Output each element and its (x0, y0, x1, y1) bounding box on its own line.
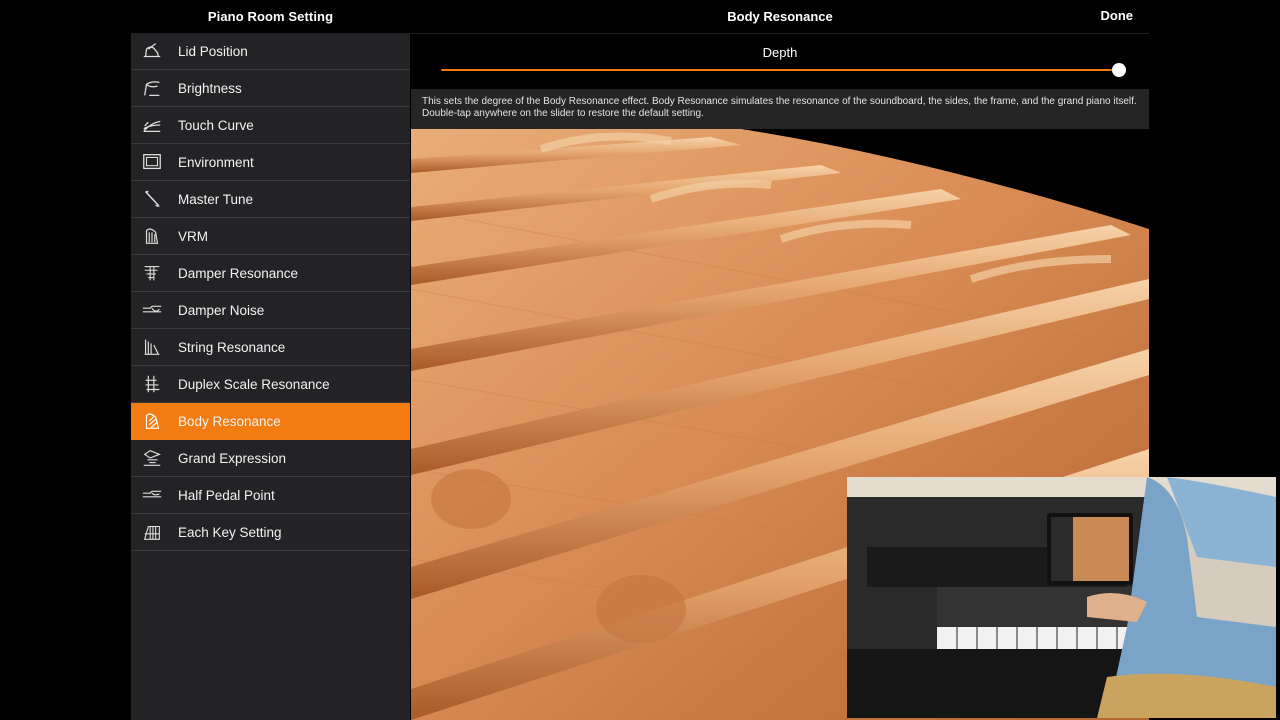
sidebar-item-environment[interactable]: Environment (131, 144, 410, 181)
sidebar-item-brightness[interactable]: Brightness (131, 70, 410, 107)
sidebar-item-vrm[interactable]: VRM (131, 218, 410, 255)
sidebar-item-damper-resonance[interactable]: Damper Resonance (131, 255, 410, 292)
environment-icon (139, 150, 165, 174)
sidebar-item-string-resonance[interactable]: String Resonance (131, 329, 410, 366)
sidebar-item-label: Brightness (178, 80, 242, 96)
navigation-bar: Body Resonance Done (411, 0, 1149, 34)
sidebar-item-grand-expression[interactable]: Grand Expression (131, 440, 410, 477)
sidebar-item-label: Touch Curve (178, 117, 254, 133)
sidebar-item-body-resonance[interactable]: Body Resonance (131, 403, 410, 440)
lid-position-icon (139, 39, 165, 63)
damper-noise-icon (139, 298, 165, 322)
performer-video-overlay (847, 477, 1276, 718)
sidebar-item-label: String Resonance (178, 339, 286, 355)
sidebar-item-label: Lid Position (178, 43, 248, 59)
sidebar-item-damper-noise[interactable]: Damper Noise (131, 292, 410, 329)
sidebar-item-label: Each Key Setting (178, 524, 282, 540)
sidebar-item-lid-position[interactable]: Lid Position (131, 33, 410, 70)
sidebar-item-duplex-scale-resonance[interactable]: Duplex Scale Resonance (131, 366, 410, 403)
sidebar-item-label: Body Resonance (178, 413, 281, 429)
sidebar-title: Piano Room Setting (131, 0, 410, 33)
sidebar-item-label: Damper Resonance (178, 265, 299, 281)
duplex-scale-icon (139, 372, 165, 396)
sidebar-item-label: VRM (178, 228, 208, 244)
vrm-icon (139, 224, 165, 248)
damper-resonance-icon (139, 261, 165, 285)
master-tune-icon (139, 187, 165, 211)
sidebar: Piano Room Setting Lid Position Brightnes… (131, 0, 410, 720)
sidebar-item-label: Environment (178, 154, 254, 170)
page-title: Body Resonance (727, 9, 833, 24)
sidebar-item-label: Half Pedal Point (178, 487, 275, 503)
sidebar-item-label: Duplex Scale Resonance (178, 376, 330, 392)
sidebar-item-touch-curve[interactable]: Touch Curve (131, 107, 410, 144)
touch-curve-icon (139, 113, 165, 137)
sidebar-item-each-key-setting[interactable]: Each Key Setting (131, 514, 410, 551)
app-window: Piano Room Setting Lid Position Brightnes… (0, 0, 1280, 720)
sidebar-item-label: Grand Expression (178, 450, 287, 466)
depth-slider-thumb[interactable] (1112, 63, 1126, 77)
brightness-icon (139, 76, 165, 100)
depth-label: Depth (762, 45, 798, 60)
body-resonance-icon (139, 409, 165, 433)
sidebar-item-label: Master Tune (178, 191, 254, 207)
description-text: This sets the degree of the Body Resonan… (411, 89, 1149, 129)
sidebar-item-label: Damper Noise (178, 302, 265, 318)
string-resonance-icon (139, 335, 165, 359)
half-pedal-icon (139, 483, 165, 507)
depth-slider-track[interactable] (441, 69, 1119, 71)
done-button[interactable]: Done (1101, 8, 1134, 23)
sidebar-item-master-tune[interactable]: Master Tune (131, 181, 410, 218)
each-key-icon (139, 520, 165, 544)
sidebar-item-half-pedal-point[interactable]: Half Pedal Point (131, 477, 410, 514)
settings-menu: Lid Position Brightness Touch Curve Environ… (131, 33, 410, 551)
grand-expression-icon (139, 446, 165, 470)
